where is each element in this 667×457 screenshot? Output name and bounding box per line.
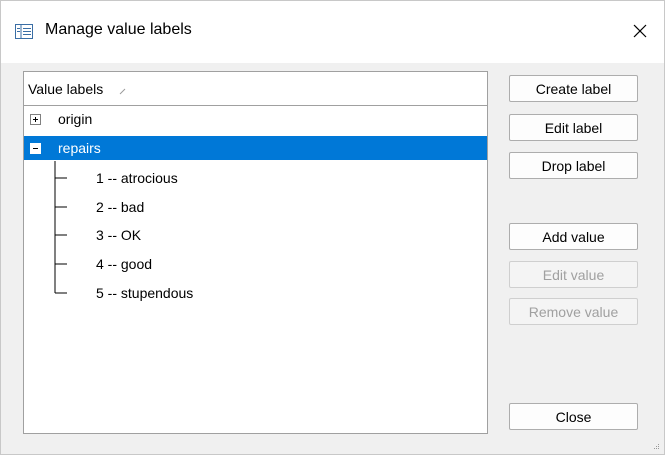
value-label-1: 1 -- atrocious	[96, 170, 178, 186]
tree-child-item[interactable]: 4 -- good	[24, 252, 487, 276]
tree-item-repairs[interactable]: repairs	[24, 136, 487, 160]
drop-label-button[interactable]: Drop label	[509, 152, 638, 179]
value-labels-tree[interactable]: Value labels origin repairs 1 -- atrocio…	[23, 71, 488, 434]
close-icon	[633, 24, 647, 38]
column-header-value-labels[interactable]: Value labels	[24, 72, 487, 106]
collapse-minus-icon[interactable]	[30, 142, 41, 154]
manage-value-labels-dialog: Manage value labels Value labels origin	[0, 0, 665, 455]
expand-plus-icon[interactable]	[30, 113, 41, 125]
tree-child-item[interactable]: 3 -- OK	[24, 223, 487, 247]
close-button[interactable]: Close	[509, 403, 638, 430]
value-label-4: 4 -- good	[96, 256, 153, 272]
value-label-3: 3 -- OK	[96, 227, 142, 243]
add-value-button[interactable]: Add value	[509, 223, 638, 250]
value-label-5: 5 -- stupendous	[96, 285, 194, 301]
resize-grip-icon[interactable]	[652, 442, 660, 450]
value-label-2: 2 -- bad	[96, 199, 145, 215]
close-window-button[interactable]	[624, 15, 656, 47]
sort-ascending-icon	[119, 88, 126, 94]
tree-item-origin[interactable]: origin	[24, 107, 487, 131]
create-label-button[interactable]: Create label	[509, 75, 638, 102]
remove-value-button[interactable]: Remove value	[509, 298, 638, 325]
tree-child-item[interactable]: 2 -- bad	[24, 195, 487, 219]
label-manager-icon	[15, 24, 33, 39]
tree-item-label: repairs	[58, 140, 101, 156]
title-bar[interactable]: Manage value labels	[1, 1, 664, 63]
edit-value-button[interactable]: Edit value	[509, 261, 638, 288]
tree-item-label: origin	[58, 111, 93, 127]
window-title: Manage value labels	[45, 21, 192, 38]
edit-label-button[interactable]: Edit label	[509, 114, 638, 141]
tree-child-item[interactable]: 1 -- atrocious	[24, 166, 487, 190]
tree-child-item[interactable]: 5 -- stupendous	[24, 281, 487, 305]
column-header-label: Value labels	[28, 80, 104, 97]
